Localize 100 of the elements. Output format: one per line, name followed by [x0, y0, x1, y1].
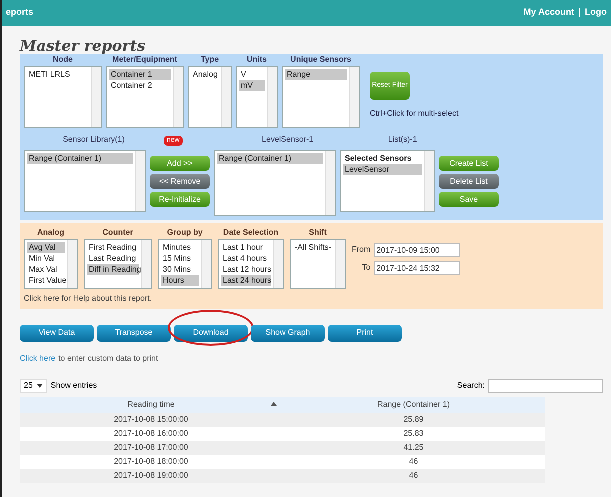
- column-label: Group by: [167, 227, 203, 239]
- list-option[interactable]: mV: [239, 80, 265, 91]
- scrollbar[interactable]: [91, 67, 101, 127]
- list-option[interactable]: Diff in Reading: [87, 264, 139, 275]
- action-button[interactable]: Download: [174, 324, 248, 342]
- table-cell-text: 41.25: [402, 442, 425, 454]
- list-box[interactable]: Range: [282, 66, 360, 128]
- column-header[interactable]: Range (Container 1): [282, 399, 545, 411]
- table-cell-text: 2017-10-08 15:00:00: [113, 414, 190, 426]
- list-option[interactable]: 15 Mins: [161, 253, 199, 264]
- scrollbar[interactable]: [221, 67, 231, 127]
- table-cell-text: 2017-10-08 17:00:00: [113, 442, 190, 454]
- sort-icon: [270, 402, 276, 406]
- separator: |: [578, 6, 581, 20]
- page-size-select[interactable]: 25: [20, 379, 47, 393]
- table-cell-text: 46: [408, 470, 420, 482]
- action-button[interactable]: Transpose: [97, 324, 171, 342]
- list-box[interactable]: Range (Container 1): [24, 150, 146, 212]
- scrollbar[interactable]: [141, 240, 151, 288]
- table-cell-text: 2017-10-08 19:00:00: [113, 470, 190, 482]
- list-option[interactable]: Analog: [191, 69, 219, 80]
- column-label: Meter/Equipment: [112, 54, 178, 66]
- scrollbar[interactable]: [273, 240, 283, 288]
- column-label: Analog: [37, 227, 65, 239]
- table-cell-text: 2017-10-08 16:00:00: [113, 428, 190, 440]
- show-entries-label: Show entries: [50, 380, 98, 392]
- list-option[interactable]: METI LRLS: [27, 69, 89, 80]
- date-field[interactable]: 2017-10-09 15:00: [374, 243, 460, 257]
- list-option[interactable]: Container 1: [109, 69, 171, 80]
- list-option[interactable]: Last 24 hours: [221, 275, 271, 286]
- list-button[interactable]: Delete List: [439, 174, 499, 189]
- table-cell-text: 46: [408, 456, 420, 468]
- list-option[interactable]: Minutes: [161, 242, 199, 253]
- scrollbar[interactable]: [201, 240, 211, 288]
- list-box[interactable]: V mV: [236, 66, 278, 128]
- column-label: LevelSensor-1: [261, 134, 315, 146]
- column-label: Node: [53, 54, 73, 66]
- column-label: Sensor Library(1): [62, 134, 126, 146]
- list-box[interactable]: METI LRLS: [24, 66, 102, 128]
- list-box[interactable]: Selected Sensors LevelSensor: [340, 150, 435, 212]
- list-option[interactable]: Range (Container 1): [27, 153, 133, 164]
- date-field[interactable]: 2017-10-24 15:32: [374, 261, 460, 275]
- list-box[interactable]: First Reading Last Reading Diff in Reading: [84, 239, 152, 289]
- list-option[interactable]: Hours: [161, 275, 199, 286]
- action-button[interactable]: View Data: [20, 324, 94, 342]
- scrollbar[interactable]: [349, 67, 359, 127]
- column-label: Date Selection: [223, 227, 279, 239]
- list-option[interactable]: Last 4 hours: [221, 253, 271, 264]
- app-title: eports: [6, 6, 34, 20]
- list-option[interactable]: -All Shifts-: [293, 242, 333, 253]
- page-title: Master reports: [20, 38, 147, 54]
- list-box[interactable]: Last 1 hour Last 4 hours Last 12 hours Last 24 hours: [218, 239, 284, 289]
- list-option[interactable]: V: [239, 69, 265, 80]
- list-option[interactable]: 30 Mins: [161, 264, 199, 275]
- list-option[interactable]: Min Val: [27, 253, 65, 264]
- list-option[interactable]: Container 2: [109, 80, 171, 91]
- column-label: Units: [247, 54, 267, 66]
- list-option[interactable]: Avg Val: [27, 242, 65, 253]
- column-label: List(s)-1: [387, 134, 418, 146]
- list-button[interactable]: << Remove: [150, 174, 210, 189]
- action-button[interactable]: Print: [328, 324, 402, 342]
- scrollbar[interactable]: [267, 67, 277, 127]
- list-box[interactable]: Analog: [188, 66, 232, 128]
- date-label: From: [352, 244, 371, 256]
- scrollbar[interactable]: [424, 151, 434, 211]
- custom-data-text: to enter custom data to print: [58, 353, 158, 365]
- list-option[interactable]: Range: [285, 69, 347, 80]
- list-box[interactable]: Container 1 Container 2: [106, 66, 184, 128]
- list-option[interactable]: First Reading: [87, 242, 139, 253]
- column-header[interactable]: Reading time: [20, 399, 282, 411]
- search-label: Search:: [457, 380, 485, 392]
- list-box[interactable]: Avg Val Min Val Max Val First Value: [24, 239, 78, 289]
- scrollbar[interactable]: [135, 151, 145, 211]
- scrollbar[interactable]: [325, 151, 335, 215]
- table-cell-text: 2017-10-08 18:00:00: [113, 456, 190, 468]
- date-label: To: [362, 262, 371, 274]
- list-option[interactable]: First Value: [27, 275, 65, 286]
- list-option[interactable]: Last Reading: [87, 253, 139, 264]
- help-link[interactable]: Click here for Help about this report.: [24, 293, 599, 305]
- list-option[interactable]: Selected Sensors: [343, 153, 422, 164]
- action-button[interactable]: Show Graph: [251, 324, 325, 342]
- list-box[interactable]: Minutes 15 Mins 30 Mins Hours: [158, 239, 212, 289]
- list-box[interactable]: Range (Container 1): [214, 150, 336, 216]
- scrollbar[interactable]: [173, 67, 183, 127]
- list-option[interactable]: Range (Container 1): [217, 153, 323, 164]
- column-label: Counter: [102, 227, 134, 239]
- hint-text: Ctrl+Click for multi-select: [370, 108, 459, 120]
- list-option[interactable]: Last 12 hours: [221, 264, 271, 275]
- list-box[interactable]: -All Shifts-: [290, 239, 346, 289]
- custom-data-link[interactable]: Click here: [20, 353, 56, 365]
- column-label: Type: [200, 54, 220, 66]
- list-option[interactable]: Last 1 hour: [221, 242, 271, 253]
- search-field[interactable]: [488, 379, 603, 393]
- table-cell-text: 25.89: [402, 414, 425, 426]
- scrollbar[interactable]: [67, 240, 77, 288]
- table-cell-text: 25.83: [402, 428, 425, 440]
- list-option[interactable]: Max Val: [27, 264, 65, 275]
- list-option[interactable]: LevelSensor: [343, 164, 422, 175]
- scrollbar[interactable]: [335, 240, 345, 288]
- column-label: Unique Sensors: [290, 54, 352, 66]
